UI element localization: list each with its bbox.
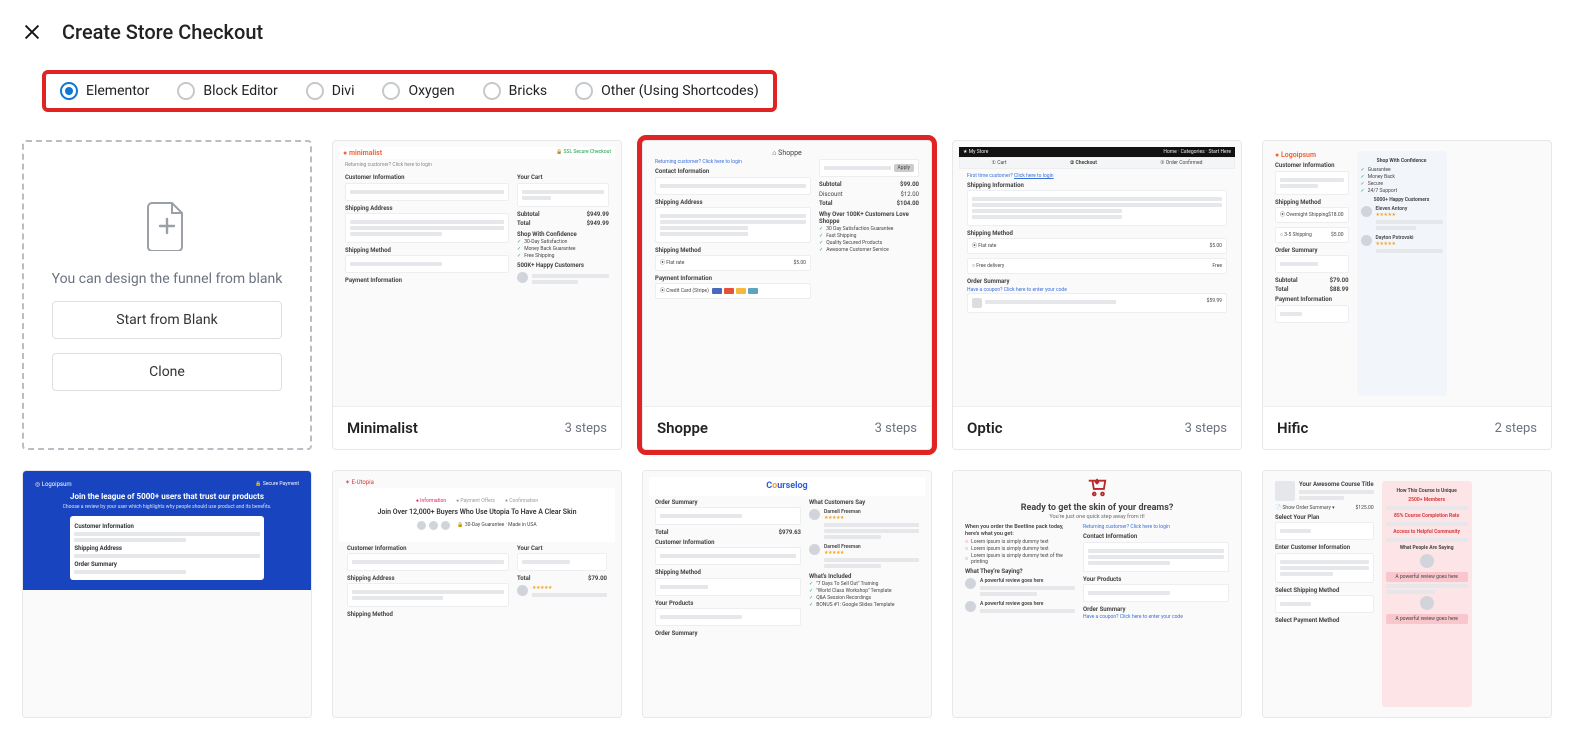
page-title: Create Store Checkout: [62, 20, 263, 44]
builder-selector: Elementor Block Editor Divi Oxygen Bricks Oth…: [42, 70, 777, 112]
radio-icon: [306, 82, 324, 100]
radio-icon: [60, 82, 78, 100]
builder-option-elementor[interactable]: Elementor: [60, 82, 149, 100]
new-file-icon: [144, 199, 190, 251]
builder-option-label: Divi: [332, 83, 355, 99]
template-steps: 2 steps: [1495, 421, 1537, 436]
start-from-blank-button[interactable]: Start from Blank: [52, 301, 282, 339]
template-steps: 3 steps: [1185, 421, 1227, 436]
radio-icon: [382, 82, 400, 100]
builder-option-other[interactable]: Other (Using Shortcodes): [575, 82, 759, 100]
template-preview: ✶ E-Utopia ● Information● Payment Offers…: [333, 471, 621, 717]
template-name: Optic: [967, 419, 1003, 437]
template-name: Hific: [1277, 419, 1308, 437]
template-name: Minimalist: [347, 419, 418, 437]
template-card-course_pink[interactable]: Your Awesome Course Title 📄 Show Order S…: [1262, 470, 1552, 718]
builder-option-oxygen[interactable]: Oxygen: [382, 82, 454, 100]
blank-funnel-card: You can design the funnel from blank Sta…: [22, 140, 312, 450]
template-preview: ★ My StoreHome · Categories · Start Here…: [953, 141, 1241, 406]
template-preview: ● Logoipsum Customer Information Shippin…: [1263, 141, 1551, 406]
template-card-utopia[interactable]: ✶ E-Utopia ● Information● Payment Offers…: [332, 470, 622, 718]
clone-button[interactable]: Clone: [52, 353, 282, 391]
template-steps: 3 steps: [875, 421, 917, 436]
radio-icon: [575, 82, 593, 100]
builder-option-label: Elementor: [86, 83, 149, 99]
template-preview: Your Awesome Course Title 📄 Show Order S…: [1263, 471, 1551, 717]
template-card-hific[interactable]: ● Logoipsum Customer Information Shippin…: [1262, 140, 1552, 450]
template-steps: 3 steps: [565, 421, 607, 436]
builder-option-label: Oxygen: [408, 83, 454, 99]
template-preview: ⌂ Shoppe Returning customer? Click here …: [643, 141, 931, 406]
builder-option-block[interactable]: Block Editor: [177, 82, 277, 100]
builder-option-divi[interactable]: Divi: [306, 82, 355, 100]
blank-caption: You can design the funnel from blank: [52, 271, 283, 287]
template-card-courselog[interactable]: Courselog Order Summary Total$979.63 Cus…: [642, 470, 932, 718]
template-card-optic[interactable]: ★ My StoreHome · Categories · Start Here…: [952, 140, 1242, 450]
builder-option-bricks[interactable]: Bricks: [483, 82, 548, 100]
template-preview: Courselog Order Summary Total$979.63 Cus…: [643, 471, 931, 717]
template-name: Shoppe: [657, 419, 708, 437]
close-icon[interactable]: [20, 20, 44, 44]
radio-icon: [483, 82, 501, 100]
template-card-minimalist[interactable]: ● minimalist 🔒 SSL Secure Checkout Retur…: [332, 140, 622, 450]
template-card-blue_login[interactable]: ◎ Logoipsum🔒 Secure Payment Join the lea…: [22, 470, 312, 718]
builder-option-label: Bricks: [509, 83, 548, 99]
builder-option-label: Block Editor: [203, 83, 277, 99]
template-preview: ● minimalist 🔒 SSL Secure Checkout Retur…: [333, 141, 621, 406]
template-preview: Ready to get the skin of your dreams? Yo…: [953, 471, 1241, 717]
template-preview: ◎ Logoipsum🔒 Secure Payment Join the lea…: [23, 471, 311, 717]
template-card-shoppe[interactable]: ⌂ Shoppe Returning customer? Click here …: [642, 140, 932, 450]
radio-icon: [177, 82, 195, 100]
builder-option-label: Other (Using Shortcodes): [601, 83, 759, 99]
template-card-beetline[interactable]: Ready to get the skin of your dreams? Yo…: [952, 470, 1242, 718]
